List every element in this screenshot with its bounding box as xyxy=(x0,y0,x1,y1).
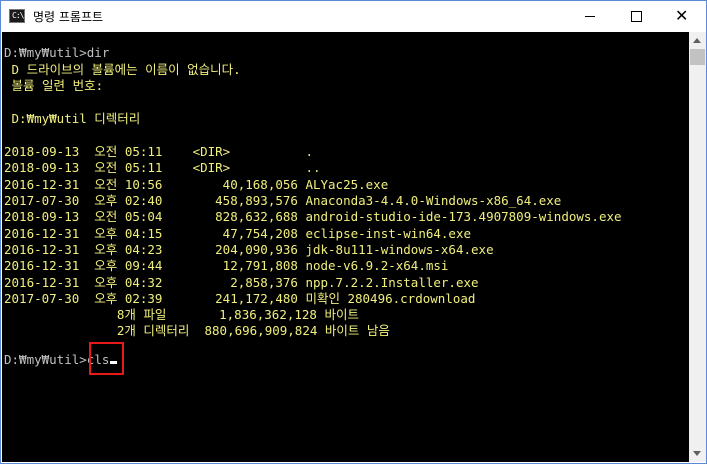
scroll-up-arrow-icon[interactable] xyxy=(693,38,701,43)
directory-line: D:₩my₩util 디렉터리 xyxy=(4,111,141,126)
close-icon: ✕ xyxy=(675,6,689,25)
title-bar[interactable]: C:\ 명령 프롬프트 ✕ xyxy=(1,1,706,32)
dir-entry: 2018-09-13 오전 05:11 <DIR> . xyxy=(4,144,313,159)
prompt-text: D:₩my₩util> xyxy=(4,352,87,367)
dir-entry: 2016-12-31 오전 10:56 40,168,056 ALYac25.e… xyxy=(4,177,389,192)
scroll-down-arrow-icon[interactable] xyxy=(693,451,701,456)
cmd-window: C:\ 명령 프롬프트 ✕ D:₩my₩util>dir D 드라이브의 볼륨에… xyxy=(0,0,707,464)
maximize-button[interactable] xyxy=(613,1,659,32)
dir-entry: 2017-07-30 오후 02:40 458,893,576 Anaconda… xyxy=(4,193,562,208)
minimize-icon xyxy=(585,16,595,17)
close-button[interactable]: ✕ xyxy=(659,1,705,32)
dir-entry: 2017-07-30 오후 02:39 241,172,480 미확인 2804… xyxy=(4,291,476,306)
serial-line: 볼륨 일련 번호: xyxy=(4,78,104,93)
dir-entry: 2016-12-31 오후 04:32 2,858,376 npp.7.2.2.… xyxy=(4,275,479,290)
dir-entry: 2018-09-13 오전 05:04 828,632,688 android-… xyxy=(4,209,622,224)
vertical-scrollbar[interactable] xyxy=(689,32,706,462)
dir-entry: 2018-09-13 오전 05:11 <DIR> .. xyxy=(4,160,321,175)
annotation-highlight-box xyxy=(89,342,124,375)
dir-entry: 2016-12-31 오후 04:15 47,754,208 eclipse-i… xyxy=(4,226,472,241)
summary-files: 8개 파일 1,836,362,128 바이트 xyxy=(4,307,359,322)
cmd-app-icon[interactable]: C:\ xyxy=(9,9,25,23)
dir-entry: 2016-12-31 오후 09:44 12,791,808 node-v6.9… xyxy=(4,258,449,273)
maximize-icon xyxy=(631,11,642,22)
minimize-button[interactable] xyxy=(567,1,613,32)
cmd-icon-label: C:\ xyxy=(12,11,24,20)
summary-dirs: 2개 디렉터리 880,696,909,824 바이트 남음 xyxy=(4,323,390,338)
window-title: 명령 프롬프트 xyxy=(33,10,104,24)
scroll-thumb[interactable] xyxy=(690,49,705,65)
volume-line: D 드라이브의 볼륨에는 이름이 없습니다. xyxy=(4,62,241,77)
console-output[interactable]: D:₩my₩util>dir D 드라이브의 볼륨에는 이름이 없습니다. 볼륨… xyxy=(2,32,689,462)
command-line: D:₩my₩util>dir xyxy=(4,45,110,60)
dir-entry: 2016-12-31 오후 04:23 204,090,936 jdk-8u11… xyxy=(4,242,494,257)
